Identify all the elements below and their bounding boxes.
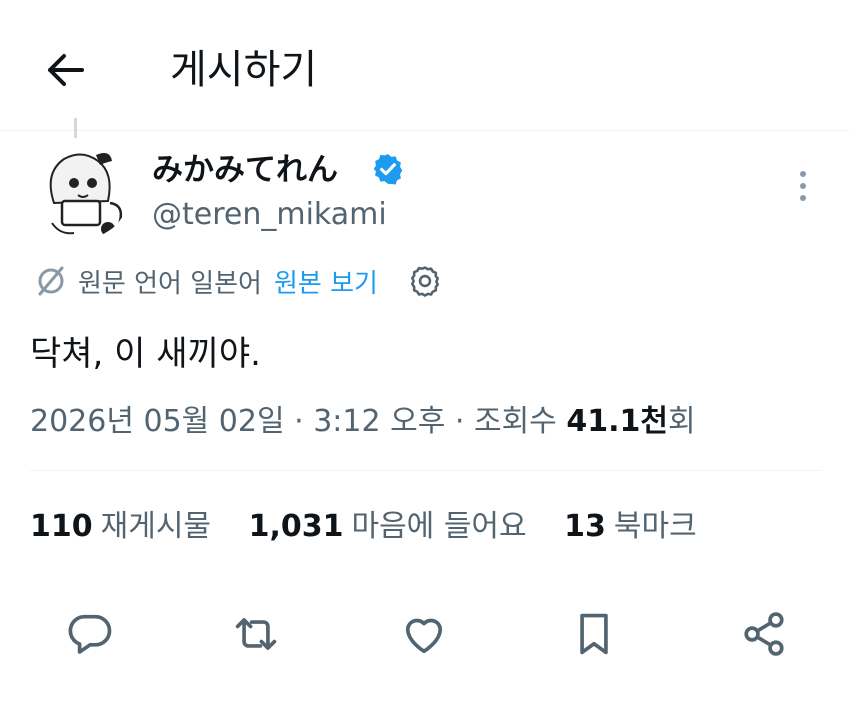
stat-label: 재게시물: [100, 509, 212, 544]
stat-value: 110: [30, 509, 93, 544]
translation-row: 원문 언어 일본어 원본 보기: [34, 261, 442, 301]
back-arrow-icon: [48, 54, 84, 86]
stat-label: 북마크: [613, 509, 697, 544]
verified-badge-icon: [371, 152, 405, 186]
meta-separator: ·: [294, 404, 304, 439]
tweet-time[interactable]: 3:12 오후: [313, 404, 445, 439]
header-divider: [0, 130, 850, 131]
tweet-text: 닥쳐, 이 새끼야.: [30, 334, 261, 374]
bookmark-button[interactable]: [568, 608, 620, 660]
views-suffix: 회: [667, 404, 696, 439]
stat-label: 마음에 들어요: [351, 509, 527, 544]
stat-value: 1,031: [248, 509, 344, 544]
gear-icon[interactable]: [408, 264, 442, 298]
heart-icon: [405, 618, 443, 654]
tweet-date[interactable]: 2026년 05월 02일: [30, 404, 285, 439]
tweet-meta: 2026년 05월 02일 · 3:12 오후 · 조회수 41.1천회: [30, 400, 696, 444]
engagement-stats: 110 재게시물 1,031 마음에 들어요 13 북마크: [30, 505, 725, 549]
page-title: 게시하기: [170, 47, 318, 93]
avatar[interactable]: [34, 143, 130, 239]
bookmark-icon: [580, 613, 608, 655]
stat-likes[interactable]: 1,031 마음에 들어요: [249, 509, 527, 544]
meta-separator: ·: [454, 404, 465, 439]
avatar-illustration: [34, 143, 130, 239]
more-vertical-icon: [800, 171, 806, 201]
stat-reposts[interactable]: 110 재게시물: [30, 509, 211, 544]
like-button[interactable]: [398, 608, 450, 660]
display-name[interactable]: みかみてれん: [152, 150, 338, 190]
translation-notice: 원문 언어 일본어: [78, 268, 262, 299]
views-count: 41.1천: [566, 404, 668, 439]
more-options-button[interactable]: [785, 166, 821, 206]
thread-line: [74, 118, 77, 138]
stat-value: 13: [564, 509, 606, 544]
user-handle[interactable]: @teren_mikami: [152, 196, 387, 234]
repost-icon: [235, 618, 277, 650]
share-icon: [744, 612, 784, 656]
meta-divider: [30, 470, 822, 471]
back-button[interactable]: [40, 48, 92, 92]
stat-bookmarks[interactable]: 13 북마크: [564, 509, 697, 544]
show-original-link[interactable]: 원본 보기: [274, 263, 378, 300]
translate-off-icon: [34, 264, 68, 298]
reply-button[interactable]: [64, 608, 116, 660]
reply-icon: [68, 614, 112, 654]
repost-button[interactable]: [230, 608, 282, 660]
share-button[interactable]: [738, 608, 790, 660]
views-label: 조회수: [473, 404, 557, 439]
